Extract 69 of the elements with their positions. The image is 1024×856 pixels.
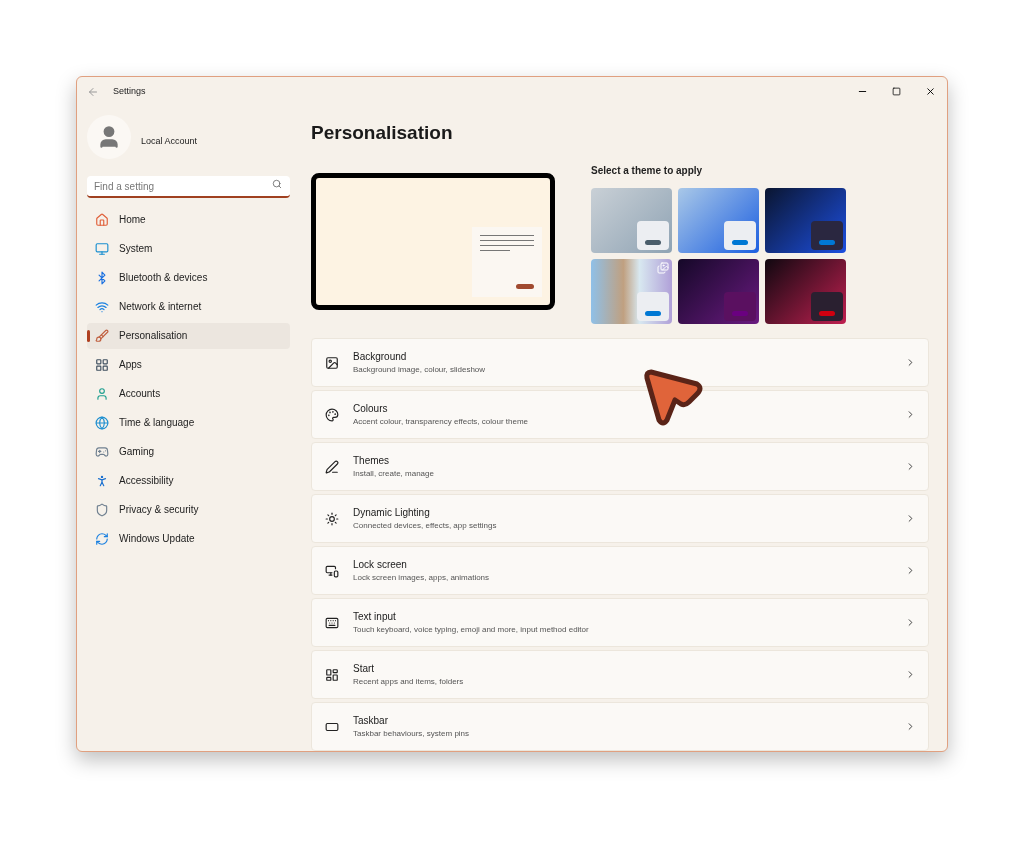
settings-row[interactable]: Dynamic Lighting Connected devices, effects, app settings [311,494,929,543]
apps-grid-icon [95,357,109,372]
selection-indicator [87,329,90,342]
monitor-icon [95,241,109,256]
page-title: Personalisation [311,120,454,145]
nav-item[interactable]: Network & internet [87,293,290,320]
theme-tile[interactable] [591,259,672,324]
settings-row[interactable]: Background Background image, colour, slideshow [311,338,929,387]
setting-subtitle: Connected devices, effects, app settings [353,520,497,532]
setting-title: Text input [353,610,397,624]
nav-item[interactable]: Accessibility [87,467,290,494]
nav-item[interactable]: Bluetooth & devices [87,264,290,291]
setting-title: Colours [353,402,389,416]
wifi-icon [95,299,109,314]
setting-subtitle: Accent colour, transparency effects, colour theme [353,416,529,428]
theme-tile[interactable] [591,188,672,253]
setting-subtitle: Background image, colour, slideshow [353,364,486,376]
nav-item[interactable]: Apps [87,351,290,378]
setting-subtitle: Taskbar behaviours, system pins [353,728,470,740]
nav-item[interactable]: Gaming [87,438,290,465]
back-icon[interactable] [87,85,99,98]
account-name: Local Account [141,134,198,148]
nav-item[interactable]: Accounts [87,380,290,407]
shield-icon [95,502,109,517]
setting-title: Lock screen [353,558,408,572]
setting-title: Background [353,350,408,364]
brush-icon [325,459,339,474]
setting-subtitle: Install, create, manage [353,468,434,480]
gamepad-icon [95,444,109,459]
theme-tile[interactable] [765,188,846,253]
theme-tile[interactable] [678,188,759,253]
settings-row[interactable]: Lock screen Lock screen images, apps, animations [311,546,929,595]
setting-subtitle: Recent apps and items, folders [353,676,464,688]
setting-title: Dynamic Lighting [353,506,431,520]
setting-title: Taskbar [353,714,389,728]
settings-row[interactable]: Themes Install, create, manage [311,442,929,491]
settings-row[interactable]: Start Recent apps and items, folders [311,650,929,699]
window-title: Settings [113,85,146,98]
setting-title: Start [353,662,376,676]
image-icon [325,355,339,370]
themes-heading: Select a theme to apply [591,164,704,178]
start-icon [325,667,339,682]
nav-item[interactable]: Privacy & security [87,496,290,523]
home-icon [95,212,109,227]
slideshow-icon [657,262,669,274]
close-icon [924,86,936,98]
theme-tile[interactable] [678,259,759,324]
accessibility-icon [95,473,109,488]
theme-tile[interactable] [765,259,846,324]
nav-item[interactable]: Home [87,206,290,233]
setting-subtitle: Touch keyboard, voice typing, emoji and more, input method editor [353,624,589,636]
keyboard-icon [325,615,339,630]
settings-row[interactable]: Text input Touch keyboard, voice typing, emoji and more, input method editor [311,598,929,647]
search-field[interactable]: Find a setting [87,176,290,198]
settings-row[interactable]: Colours Accent colour, transparency effects, colour theme [311,390,929,439]
search-icon [272,178,282,189]
nav-item[interactable]: Time & language [87,409,290,436]
user-icon [95,386,109,401]
update-icon [95,531,109,546]
setting-title: Themes [353,454,391,468]
nav-item[interactable]: System [87,235,290,262]
maximize-icon [891,87,901,97]
nav-item[interactable]: Personalisation [87,322,290,349]
setting-subtitle: Lock screen images, apps, animations [353,572,490,584]
palette-icon [325,407,339,422]
brush-icon [95,328,109,343]
settings-row[interactable]: Taskbar Taskbar behaviours, system pins [311,702,929,751]
nav-item[interactable]: Windows Update [87,525,290,552]
lighting-icon [325,511,339,526]
